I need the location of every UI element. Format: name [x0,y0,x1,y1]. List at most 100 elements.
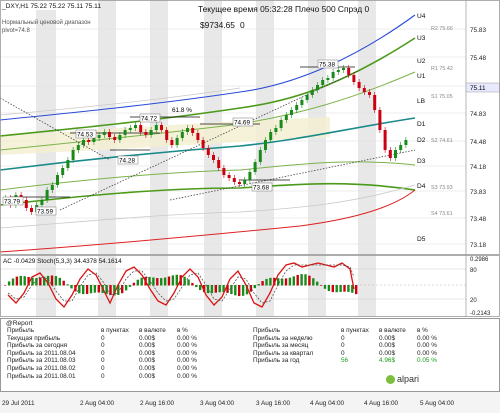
svg-text:D4: D4 [417,183,426,190]
svg-text:2 Aug 16:00: 2 Aug 16:00 [140,400,175,407]
candle-body [71,150,75,160]
report-row: Прибыль за 2011.08.03 0 0.00$ 0.00 % [6,357,214,365]
ac-bar [132,282,136,286]
candle-body [123,130,127,135]
oscillator-panel[interactable]: AC -0.0429 Stoch(5,3,3) 34.4378 54.1614 … [0,255,500,317]
report-value: 0.00$ [139,349,155,357]
ac-bar [7,281,11,286]
brand-logo: alpari [386,374,419,385]
svg-text:73.68: 73.68 [253,185,269,192]
report-value: 0 [101,372,105,380]
candle-body [206,148,210,155]
ac-bar [4,285,7,286]
svg-text:R1 75.42: R1 75.42 [431,66,453,72]
report-value: в валюте [379,327,406,334]
svg-text:D5: D5 [417,236,426,243]
report-value: 0 [101,349,105,357]
ac-bar [58,277,61,286]
ac-bar [128,285,132,287]
candle-body [165,130,169,140]
svg-text:D2: D2 [417,137,426,144]
oscillator-label: AC -0.0429 Stoch(5,3,3) 34.4378 54.1614 [3,258,122,265]
candle-body [243,180,247,184]
ac-bar [265,278,268,286]
svg-text:5 Aug 04:00: 5 Aug 04:00 [420,400,455,407]
report-label: Прибыль за 2011.08.02 [7,364,76,372]
candle-body [154,125,158,130]
candle-body [300,100,304,105]
ac-bar [312,278,315,286]
candle-body [45,190,49,200]
server-time: Текущее время 05:32:28 Плечо 500 Спрэд 0 [198,4,369,14]
candle-body [40,200,44,205]
ac-bar [261,281,264,286]
report-value: 0.00$ [379,334,395,342]
candle-body [212,155,215,160]
ac-bar [50,275,54,286]
svg-text:0: 0 [240,20,245,30]
ac-bar [214,285,217,293]
svg-text:75.48: 75.48 [470,55,486,62]
balance: $9734.65 [200,20,235,30]
report-value: 0.00 % [417,342,437,350]
candle-body [368,92,371,95]
candle-body [92,138,96,142]
ac-bar [105,285,108,294]
report-value: 0.00 % [417,334,437,342]
report-label: Прибыль за 2011.08.03 [7,357,76,365]
ac-bar [331,285,334,293]
candle-body [258,150,262,162]
candle-body [61,168,65,175]
candle-body [227,175,231,178]
report-value: в % [417,327,428,334]
candle-body [113,137,117,140]
ac-bar [66,284,69,286]
ac-bar [85,285,89,294]
candle-body [404,140,408,145]
ac-bar [124,285,128,291]
ac-bar [296,275,299,286]
candle-body [128,128,132,130]
ac-bar [148,276,151,286]
price-chart[interactable]: 75.38 74.53 74.72 61.8 % 74.69 74.28 73.… [0,0,500,255]
ac-bar [316,281,319,286]
svg-text:80: 80 [470,268,477,274]
candle-body [279,120,283,128]
ac-bar [257,284,260,286]
candle-body [97,135,101,138]
ac-bar [187,279,190,286]
svg-text:S2 74.61: S2 74.61 [431,138,453,144]
ac-bar [323,285,327,289]
report-value: 4.96$ [379,357,395,365]
svg-text:75.83: 75.83 [470,27,486,34]
report-table-right: Прибыль в пунктах в валюте в % Прибыль за не… [252,327,454,365]
svg-text:2 Aug 04:00: 2 Aug 04:00 [80,400,115,407]
svg-text:74.18: 74.18 [470,164,486,171]
candle-body [388,150,392,158]
candle-body [378,110,382,130]
report-label: Прибыль [7,327,35,334]
svg-text:73.59: 73.59 [37,209,53,216]
report-value: 0.00$ [139,342,155,350]
svg-text:74.48: 74.48 [470,139,486,146]
ac-bar [238,285,241,297]
candle-body [30,208,33,212]
ac-bar [234,285,237,296]
report-title: @Report [6,320,33,327]
candle-body [269,132,273,140]
ac-bar [308,275,311,286]
svg-text:74.53: 74.53 [77,132,93,139]
report-value: 0.00$ [379,349,395,357]
ac-bar [335,285,338,293]
report-value: 0.00 % [177,372,197,380]
report-label: Прибыль за 2011.08.01 [7,372,76,380]
report-row: Прибыль в пунктах в валюте в % [252,327,454,335]
ac-bar [327,285,331,291]
svg-text:U4: U4 [417,13,426,20]
report-label: Прибыль [253,327,281,334]
candle-body [373,95,377,110]
candle-body [316,85,319,90]
candle-body [362,88,366,92]
ac-bar [241,285,245,296]
ac-bar [253,285,256,289]
